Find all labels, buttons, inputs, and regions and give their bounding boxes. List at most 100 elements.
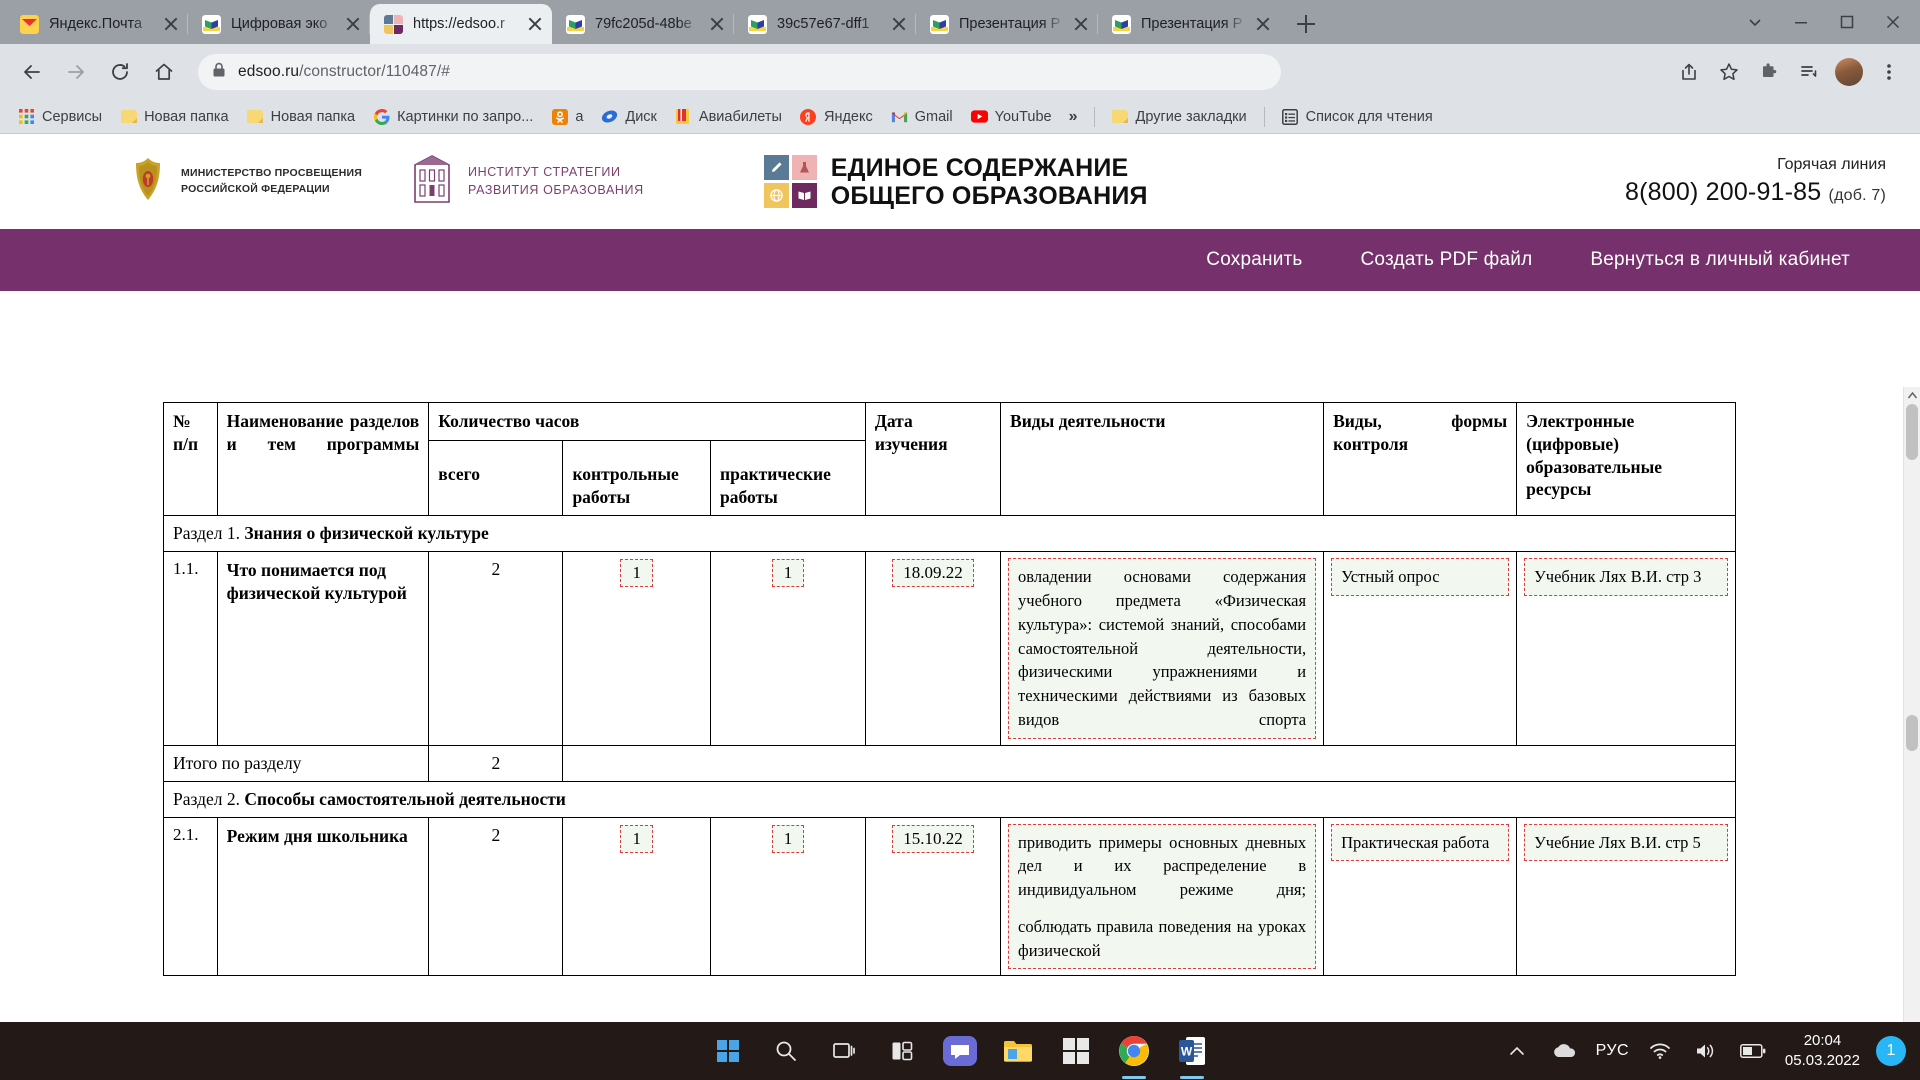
- chrome-menu-icon[interactable]: [1870, 53, 1908, 91]
- close-icon[interactable]: [888, 13, 910, 35]
- widgets-icon[interactable]: [878, 1029, 926, 1073]
- maximize-icon[interactable]: [1824, 4, 1870, 40]
- date-input[interactable]: 15.10.22: [892, 824, 974, 853]
- date-input[interactable]: 18.09.22: [892, 559, 974, 588]
- file-explorer-icon[interactable]: [994, 1029, 1042, 1073]
- section-total-value: 2: [428, 744, 564, 782]
- resources-input[interactable]: Учебник Лях В.И. стр 3: [1524, 558, 1728, 596]
- clock[interactable]: 20:04 05.03.2022: [1785, 1031, 1860, 1072]
- activities-input[interactable]: овладении основами содержания учебного п…: [1008, 558, 1317, 739]
- windows-start-icon[interactable]: [704, 1029, 752, 1073]
- close-window-icon[interactable]: [1870, 4, 1916, 40]
- book-icon: [748, 14, 767, 34]
- institute-logo[interactable]: ИНСТИТУТ СТРАТЕГИИ РАЗВИТИЯ ОБРАЗОВАНИЯ: [408, 154, 644, 209]
- chrome-icon[interactable]: [1110, 1029, 1158, 1079]
- task-view-icon[interactable]: [820, 1029, 868, 1073]
- hours-practice-input[interactable]: 1: [771, 559, 805, 588]
- extensions-icon[interactable]: [1750, 53, 1788, 91]
- browser-tab-6[interactable]: Презентация P: [1098, 4, 1280, 44]
- document-scroll-area[interactable]: № п/п Наименование разделов и тем програм…: [0, 387, 1920, 1022]
- save-button[interactable]: Сохранить: [1206, 249, 1302, 271]
- close-icon[interactable]: [1252, 13, 1274, 35]
- language-indicator[interactable]: РУС: [1596, 1042, 1629, 1060]
- home-icon[interactable]: [144, 52, 184, 92]
- book-icon: [930, 14, 949, 34]
- wifi-icon[interactable]: [1645, 1029, 1675, 1073]
- close-icon[interactable]: [706, 13, 728, 35]
- microsoft-store-icon[interactable]: [1052, 1029, 1100, 1073]
- control-form-input[interactable]: Практическая работа: [1331, 823, 1510, 862]
- bookmark-item-odnoklassniki[interactable]: а: [543, 105, 591, 128]
- hotline-phone[interactable]: 8(800) 200-91-85 (доб. 7): [1625, 178, 1886, 207]
- page-content: МИНИСТЕРСТВО ПРОСВЕЩЕНИЯ РОССИЙСКОЙ ФЕДЕ…: [0, 134, 1920, 1022]
- ministry-logo[interactable]: МИНИСТЕРСТВО ПРОСВЕЩЕНИЯ РОССИЙСКОЙ ФЕДЕ…: [128, 156, 362, 207]
- scrollbar-thumb[interactable]: [1906, 404, 1918, 460]
- share-icon[interactable]: [1670, 53, 1708, 91]
- browser-tab-4[interactable]: 39c57e67-dff1: [734, 4, 916, 44]
- bookmark-item-folder-2[interactable]: Новая папка: [239, 105, 364, 128]
- row-number: 1.1.: [163, 551, 218, 746]
- edsoo-icon: [384, 14, 403, 34]
- reload-icon[interactable]: [100, 52, 140, 92]
- other-bookmarks-button[interactable]: Другие закладки: [1104, 105, 1255, 128]
- tab-title: https://edsoo.r: [413, 16, 505, 32]
- close-icon[interactable]: [342, 13, 364, 35]
- row-topic-name: Режим дня школьника: [216, 816, 430, 977]
- hours-practice-input[interactable]: 1: [771, 824, 805, 853]
- brand-title: ЕДИНОЕ СОДЕРЖАНИЕ ОБЩЕГО ОБРАЗОВАНИЯ: [830, 153, 1148, 210]
- scrollbar-thumb-secondary[interactable]: [1906, 715, 1918, 751]
- hotline-block: Горячая линия 8(800) 200-91-85 (доб. 7): [1625, 156, 1886, 207]
- notification-badge[interactable]: 1: [1876, 1036, 1906, 1066]
- lock-icon[interactable]: [212, 62, 226, 83]
- browser-tab-5[interactable]: Презентация P: [916, 4, 1098, 44]
- site-brand[interactable]: ЕДИНОЕ СОДЕРЖАНИЕ ОБЩЕГО ОБРАЗОВАНИЯ: [763, 153, 1148, 210]
- bookmark-item-gmail[interactable]: Gmail: [883, 105, 961, 128]
- hours-control-input[interactable]: 1: [620, 824, 653, 853]
- onedrive-icon[interactable]: [1548, 1029, 1580, 1073]
- browser-tab-2-active[interactable]: https://edsoo.r: [370, 4, 552, 44]
- chevron-down-icon[interactable]: [1732, 4, 1778, 40]
- odnoklassniki-icon: [551, 108, 568, 125]
- col-header-control: Виды, формы контроля: [1323, 401, 1518, 517]
- word-icon[interactable]: W: [1168, 1029, 1216, 1079]
- avatar[interactable]: [1830, 53, 1868, 91]
- book-icon: [566, 14, 585, 34]
- close-icon[interactable]: [160, 13, 182, 35]
- browser-tab-0[interactable]: Яндекс.Почта: [6, 4, 188, 44]
- search-icon[interactable]: [762, 1029, 810, 1073]
- bookmark-item-google-images[interactable]: Картинки по запро...: [365, 105, 541, 128]
- show-hidden-icons[interactable]: [1502, 1029, 1532, 1073]
- reading-list-panel-icon[interactable]: [1790, 53, 1828, 91]
- hours-control-input[interactable]: 1: [620, 559, 653, 588]
- activities-input[interactable]: приводить примеры основных дневных дел и…: [1008, 823, 1317, 970]
- address-bar[interactable]: edsoo.ru/constructor/110487/#: [198, 54, 1281, 90]
- close-icon[interactable]: [524, 13, 546, 35]
- create-pdf-button[interactable]: Создать PDF файл: [1361, 249, 1533, 271]
- bookmark-item-tickets[interactable]: Авиабилеты: [667, 105, 790, 128]
- new-tab-button[interactable]: [1286, 4, 1326, 44]
- resources-input[interactable]: Учебние Лях В.И. стр 5: [1524, 823, 1728, 862]
- bookmark-item-services[interactable]: Сервисы: [10, 105, 110, 128]
- back-icon[interactable]: [12, 52, 52, 92]
- minimize-icon[interactable]: [1778, 4, 1824, 40]
- battery-icon[interactable]: [1737, 1029, 1769, 1073]
- bookmark-label: Авиабилеты: [698, 108, 782, 125]
- close-icon[interactable]: [1070, 13, 1092, 35]
- forward-icon[interactable]: [56, 52, 96, 92]
- volume-icon[interactable]: [1691, 1029, 1721, 1073]
- browser-tab-1[interactable]: Цифровая эко: [188, 4, 370, 44]
- bookmark-item-yandex[interactable]: Яндекс: [792, 105, 881, 128]
- bookmarks-overflow-icon[interactable]: »: [1062, 108, 1085, 126]
- bookmark-item-folder-1[interactable]: Новая папка: [112, 105, 237, 128]
- bookmark-item-youtube[interactable]: YouTube: [963, 105, 1060, 128]
- teams-chat-icon[interactable]: [936, 1029, 984, 1073]
- control-form-input[interactable]: Устный опрос: [1331, 558, 1510, 596]
- browser-tab-3[interactable]: 79fc205d-48be: [552, 4, 734, 44]
- reading-list-button[interactable]: Список для чтения: [1274, 105, 1441, 128]
- bookmark-star-icon[interactable]: [1710, 53, 1748, 91]
- section-header-row: Раздел 1. Знания о физической культуре: [163, 515, 1736, 553]
- vertical-scrollbar[interactable]: [1903, 387, 1920, 1022]
- bookmark-item-disk[interactable]: Диск: [593, 105, 665, 128]
- back-to-account-button[interactable]: Вернуться в личный кабинет: [1590, 249, 1850, 271]
- scroll-up-icon[interactable]: [1904, 387, 1920, 404]
